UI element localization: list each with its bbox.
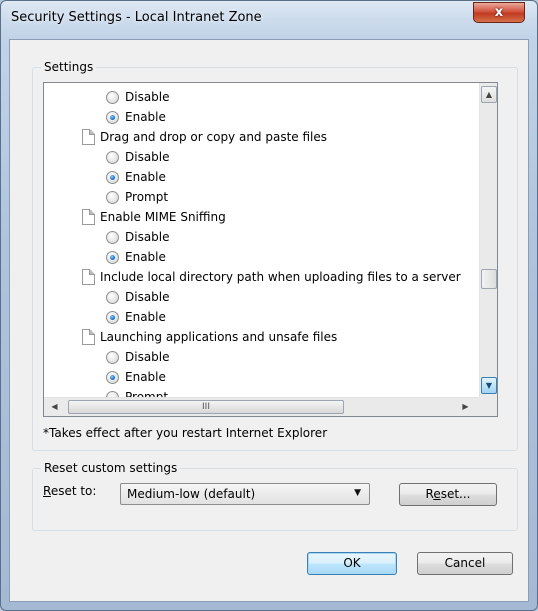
option-label: Disable bbox=[125, 150, 170, 164]
radio-button[interactable] bbox=[106, 231, 119, 244]
reset-group-label: Reset custom settings bbox=[41, 461, 181, 475]
document-icon bbox=[82, 129, 95, 145]
settings-group-label: Settings bbox=[41, 60, 97, 74]
option-label: Disable bbox=[125, 290, 170, 304]
document-icon bbox=[82, 269, 95, 285]
radio-button[interactable] bbox=[106, 91, 119, 104]
settings-list-content: Disable Enable Drag and drop or copy and p… bbox=[44, 83, 479, 397]
radio-button[interactable] bbox=[106, 311, 119, 324]
chevron-down-icon: ▼ bbox=[354, 488, 361, 498]
arrow-up-icon: ▲ bbox=[485, 90, 493, 99]
arrow-left-icon: ◀ bbox=[51, 402, 58, 411]
reset-to-text: eset to: bbox=[50, 484, 97, 498]
radio-button[interactable] bbox=[106, 111, 119, 124]
restart-note: *Takes effect after you restart Internet… bbox=[43, 426, 328, 440]
window-title: Security Settings - Local Intranet Zone bbox=[11, 10, 262, 25]
reset-button-accel: e bbox=[433, 487, 441, 501]
setting-label: Drag and drop or copy and paste files bbox=[100, 130, 328, 144]
arrow-right-icon: ▶ bbox=[462, 402, 469, 411]
reset-button-rest: set... bbox=[440, 487, 471, 501]
option-label: Disable bbox=[125, 90, 170, 104]
document-icon bbox=[82, 209, 95, 225]
vertical-scrollbar[interactable]: ▲ ▼ bbox=[479, 83, 497, 397]
option-label: Disable bbox=[125, 350, 170, 364]
setting-label: Include local directory path when upload… bbox=[100, 270, 461, 284]
option-label: Prompt bbox=[125, 190, 169, 204]
reset-level-dropdown[interactable]: Medium-low (default) ▼ bbox=[120, 483, 370, 505]
radio-button[interactable] bbox=[106, 371, 119, 384]
setting-label: Enable MIME Sniffing bbox=[100, 210, 226, 224]
dialog-window: Security Settings - Local Intranet Zone … bbox=[0, 0, 538, 611]
scroll-down-button[interactable]: ▼ bbox=[481, 377, 497, 394]
radio-button[interactable] bbox=[106, 251, 119, 264]
ok-button[interactable]: OK bbox=[307, 552, 397, 575]
radio-button[interactable] bbox=[106, 351, 119, 364]
option-label: Disable bbox=[125, 230, 170, 244]
close-icon: x bbox=[494, 5, 504, 20]
option-label: Enable bbox=[125, 170, 166, 184]
close-button[interactable]: x bbox=[473, 2, 525, 23]
scroll-up-button[interactable]: ▲ bbox=[481, 86, 497, 103]
scrollbar-corner bbox=[479, 397, 497, 416]
option-label: Enable bbox=[125, 370, 166, 384]
option-label: Enable bbox=[125, 110, 166, 124]
document-icon bbox=[82, 329, 95, 345]
radio-button[interactable] bbox=[106, 191, 119, 204]
radio-button[interactable] bbox=[106, 171, 119, 184]
horizontal-scroll-thumb[interactable]: III bbox=[68, 400, 344, 414]
option-label: Enable bbox=[125, 310, 166, 324]
vertical-scroll-thumb[interactable] bbox=[481, 269, 497, 289]
reset-to-accel: R bbox=[43, 484, 51, 498]
reset-level-value: Medium-low (default) bbox=[127, 487, 256, 501]
radio-button[interactable] bbox=[106, 151, 119, 164]
arrow-down-icon: ▼ bbox=[485, 381, 493, 390]
scroll-right-button[interactable]: ▶ bbox=[457, 399, 474, 415]
setting-label: Launching applications and unsafe files bbox=[100, 330, 338, 344]
scroll-grip: III bbox=[202, 402, 210, 412]
option-label: Prompt bbox=[125, 390, 169, 397]
radio-button[interactable] bbox=[106, 291, 119, 304]
reset-button[interactable]: Reset... bbox=[399, 483, 497, 506]
option-label: Enable bbox=[125, 250, 166, 264]
title-bar[interactable]: Security Settings - Local Intranet Zone … bbox=[1, 1, 537, 39]
settings-list[interactable]: Disable Enable Drag and drop or copy and p… bbox=[43, 82, 498, 417]
reset-to-label: Reset to: bbox=[43, 484, 96, 498]
cancel-button[interactable]: Cancel bbox=[417, 552, 513, 575]
scroll-left-button[interactable]: ◀ bbox=[46, 399, 63, 415]
horizontal-scrollbar[interactable]: ◀ III ▶ bbox=[44, 397, 479, 416]
